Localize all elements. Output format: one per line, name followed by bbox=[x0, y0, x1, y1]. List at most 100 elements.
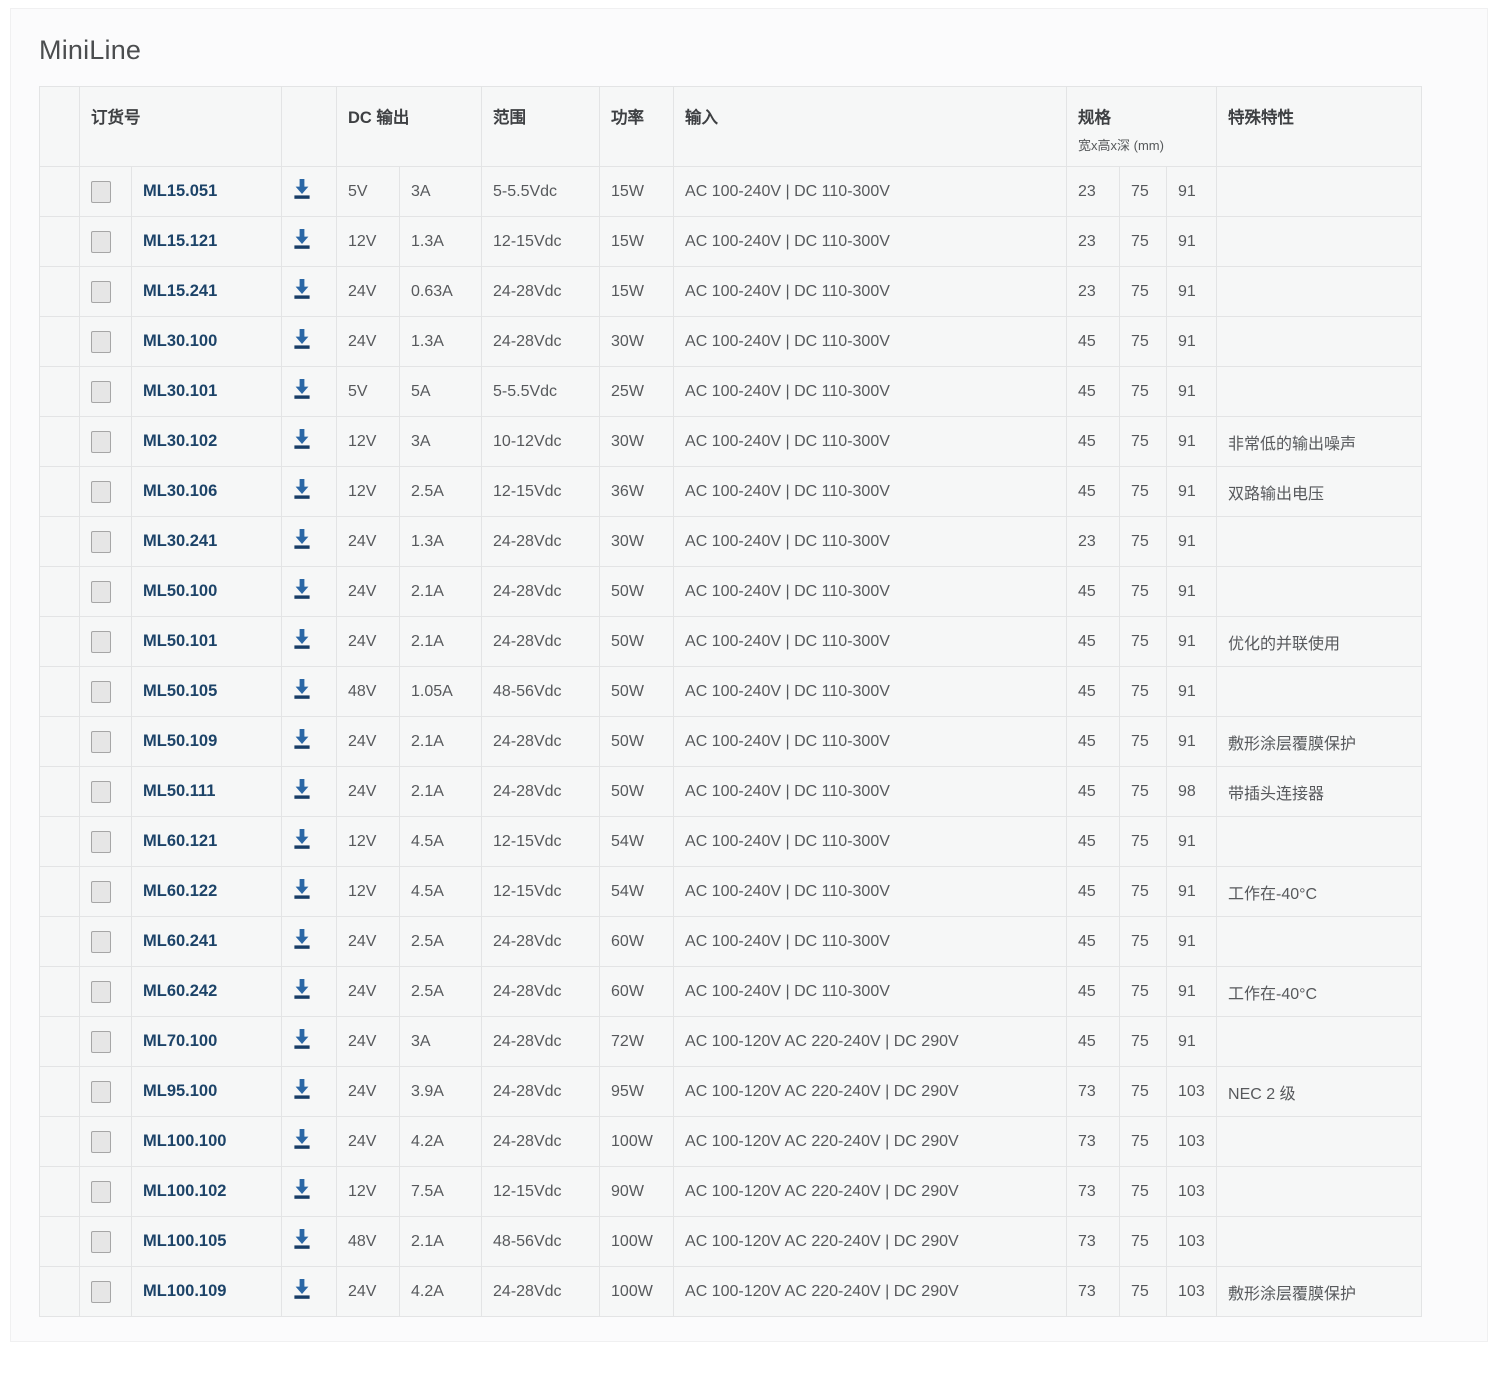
checkbox[interactable] bbox=[91, 681, 111, 703]
product-link[interactable]: ML50.105 bbox=[143, 682, 217, 700]
download-icon[interactable] bbox=[293, 379, 311, 399]
checkbox[interactable] bbox=[91, 1281, 111, 1303]
checkbox[interactable] bbox=[91, 1031, 111, 1053]
download-icon[interactable] bbox=[293, 1079, 311, 1099]
checkbox[interactable] bbox=[91, 431, 111, 453]
checkbox[interactable] bbox=[91, 481, 111, 503]
dim-depth: 91 bbox=[1167, 717, 1217, 767]
product-link[interactable]: ML50.109 bbox=[143, 732, 217, 750]
dim-width: 45 bbox=[1067, 617, 1120, 667]
product-link[interactable]: ML100.105 bbox=[143, 1232, 226, 1250]
download-cell bbox=[282, 367, 337, 417]
row-checkbox-cell bbox=[80, 517, 132, 567]
product-link[interactable]: ML30.100 bbox=[143, 332, 217, 350]
product-link[interactable]: ML100.100 bbox=[143, 1132, 226, 1150]
row-checkbox-cell bbox=[80, 817, 132, 867]
dc-voltage: 24V bbox=[337, 1017, 400, 1067]
download-icon[interactable] bbox=[293, 1229, 311, 1249]
checkbox[interactable] bbox=[91, 1081, 111, 1103]
checkbox[interactable] bbox=[91, 831, 111, 853]
product-link[interactable]: ML60.121 bbox=[143, 832, 217, 850]
checkbox[interactable] bbox=[91, 1131, 111, 1153]
checkbox[interactable] bbox=[91, 1231, 111, 1253]
download-icon[interactable] bbox=[293, 879, 311, 899]
product-link[interactable]: ML100.102 bbox=[143, 1182, 226, 1200]
checkbox[interactable] bbox=[91, 531, 111, 553]
checkbox[interactable] bbox=[91, 881, 111, 903]
dc-voltage: 12V bbox=[337, 467, 400, 517]
download-icon[interactable] bbox=[293, 1029, 311, 1049]
product-link[interactable]: ML50.111 bbox=[143, 782, 215, 800]
download-icon[interactable] bbox=[293, 579, 311, 599]
checkbox[interactable] bbox=[91, 381, 111, 403]
checkbox[interactable] bbox=[91, 931, 111, 953]
product-link[interactable]: ML95.100 bbox=[143, 1082, 217, 1100]
product-link[interactable]: ML60.241 bbox=[143, 932, 217, 950]
checkbox[interactable] bbox=[91, 981, 111, 1003]
download-icon[interactable] bbox=[293, 1179, 311, 1199]
product-link[interactable]: ML50.100 bbox=[143, 582, 217, 600]
download-icon[interactable] bbox=[293, 729, 311, 749]
dim-depth: 103 bbox=[1167, 1067, 1217, 1117]
checkbox[interactable] bbox=[91, 181, 111, 203]
product-link[interactable]: ML100.109 bbox=[143, 1282, 226, 1300]
product-link[interactable]: ML15.241 bbox=[143, 282, 217, 300]
dc-current: 2.5A bbox=[400, 967, 482, 1017]
special-feature bbox=[1217, 1117, 1422, 1167]
dc-current: 1.3A bbox=[400, 517, 482, 567]
checkbox[interactable] bbox=[91, 781, 111, 803]
download-cell bbox=[282, 967, 337, 1017]
special-feature bbox=[1217, 1017, 1422, 1067]
product-link[interactable]: ML15.121 bbox=[143, 232, 217, 250]
download-icon[interactable] bbox=[293, 329, 311, 349]
voltage-range: 12-15Vdc bbox=[482, 1167, 600, 1217]
download-icon[interactable] bbox=[293, 779, 311, 799]
dim-depth: 91 bbox=[1167, 867, 1217, 917]
download-icon[interactable] bbox=[293, 1129, 311, 1149]
download-icon[interactable] bbox=[293, 479, 311, 499]
table-row: ML50.10548V1.05A48-56Vdc50WAC 100-240V |… bbox=[40, 667, 1422, 717]
checkbox[interactable] bbox=[91, 331, 111, 353]
dc-current: 1.3A bbox=[400, 317, 482, 367]
checkbox[interactable] bbox=[91, 231, 111, 253]
checkbox[interactable] bbox=[91, 581, 111, 603]
voltage-range: 12-15Vdc bbox=[482, 867, 600, 917]
product-link[interactable]: ML30.101 bbox=[143, 382, 217, 400]
row-gutter bbox=[40, 817, 80, 867]
dim-height: 75 bbox=[1120, 267, 1167, 317]
dim-height: 75 bbox=[1120, 217, 1167, 267]
power-rating: 54W bbox=[600, 817, 674, 867]
voltage-range: 24-28Vdc bbox=[482, 567, 600, 617]
product-link[interactable]: ML60.242 bbox=[143, 982, 217, 1000]
dim-height: 75 bbox=[1120, 317, 1167, 367]
download-icon[interactable] bbox=[293, 629, 311, 649]
checkbox[interactable] bbox=[91, 281, 111, 303]
product-link[interactable]: ML50.101 bbox=[143, 632, 217, 650]
download-icon[interactable] bbox=[293, 429, 311, 449]
download-icon[interactable] bbox=[293, 679, 311, 699]
download-icon[interactable] bbox=[293, 529, 311, 549]
download-icon[interactable] bbox=[293, 929, 311, 949]
product-link[interactable]: ML30.106 bbox=[143, 482, 217, 500]
product-link[interactable]: ML15.051 bbox=[143, 182, 217, 200]
dim-width: 45 bbox=[1067, 767, 1120, 817]
download-icon[interactable] bbox=[293, 179, 311, 199]
product-link[interactable]: ML30.102 bbox=[143, 432, 217, 450]
download-icon[interactable] bbox=[293, 229, 311, 249]
product-name-cell: ML50.101 bbox=[132, 617, 282, 667]
input-voltage: AC 100-240V | DC 110-300V bbox=[674, 417, 1067, 467]
download-icon[interactable] bbox=[293, 1279, 311, 1299]
download-icon[interactable] bbox=[293, 279, 311, 299]
input-voltage: AC 100-240V | DC 110-300V bbox=[674, 267, 1067, 317]
product-link[interactable]: ML70.100 bbox=[143, 1032, 217, 1050]
download-icon[interactable] bbox=[293, 979, 311, 999]
checkbox[interactable] bbox=[91, 1181, 111, 1203]
product-link[interactable]: ML30.241 bbox=[143, 532, 217, 550]
download-icon[interactable] bbox=[293, 829, 311, 849]
product-link[interactable]: ML60.122 bbox=[143, 882, 217, 900]
checkbox[interactable] bbox=[91, 731, 111, 753]
dim-depth: 91 bbox=[1167, 217, 1217, 267]
dim-depth: 91 bbox=[1167, 317, 1217, 367]
voltage-range: 12-15Vdc bbox=[482, 467, 600, 517]
checkbox[interactable] bbox=[91, 631, 111, 653]
